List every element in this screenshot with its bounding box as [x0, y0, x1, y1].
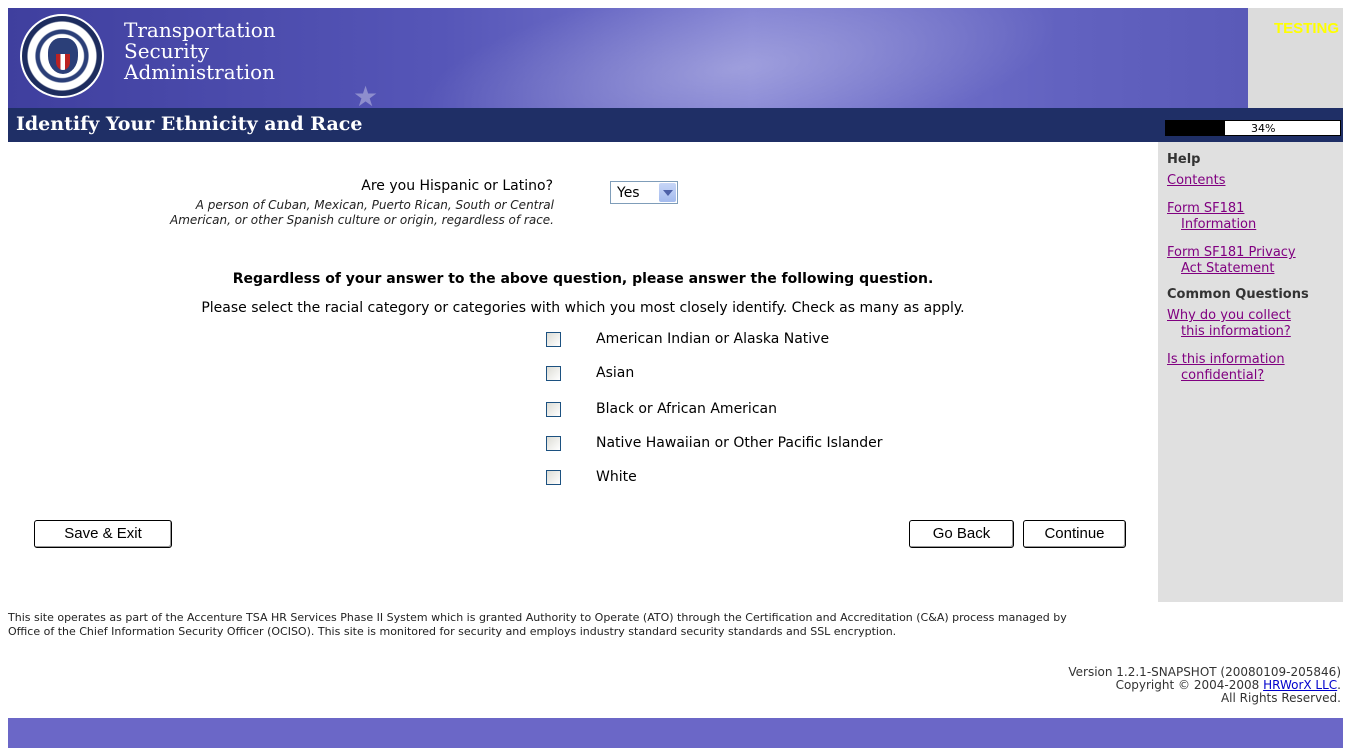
agency-name: Transportation Security Administration [124, 20, 276, 83]
title-bar: Identify Your Ethnicity and Race 34% [8, 108, 1343, 142]
banner-swoosh [377, 8, 1099, 108]
race-checkbox[interactable] [546, 470, 561, 485]
version-info: Version 1.2.1-SNAPSHOT (20080109-205846)… [1068, 666, 1341, 705]
agency-name-line: Administration [124, 60, 276, 84]
race-checkbox[interactable] [546, 332, 561, 347]
agency-name-line: Transportation [124, 18, 276, 42]
rights-text: All Rights Reserved. [1220, 691, 1341, 705]
go-back-button[interactable]: Go Back [909, 520, 1014, 548]
bottom-bar [8, 718, 1343, 748]
help-link-contents[interactable]: Contents [1167, 173, 1343, 189]
race-instruction: Please select the racial category or cat… [201, 300, 965, 316]
link-text: confidential? [1181, 368, 1265, 383]
chevron-down-icon[interactable] [659, 183, 676, 202]
help-heading: Help [1167, 152, 1201, 167]
link-text: this information? [1181, 324, 1291, 339]
copyright-prefix: Copyright © 2004-2008 [1115, 678, 1264, 692]
header-banner: ★ Transportation Security Administration [8, 8, 1248, 108]
progress-label: 34% [1251, 122, 1276, 135]
help-sidebar: Help Contents Form SF181 Information For… [1158, 142, 1343, 602]
hispanic-select-value: Yes [617, 185, 640, 201]
hispanic-question: Are you Hispanic or Latino? [361, 178, 553, 194]
hispanic-description-line: American, or other Spanish culture or or… [169, 213, 554, 227]
environment-label: TESTING [1273, 20, 1339, 37]
agency-name-line: Security [124, 39, 209, 63]
link-text: Is this information [1167, 352, 1285, 367]
race-checkbox[interactable] [546, 436, 561, 451]
hispanic-description-line: A person of Cuban, Mexican, Puerto Rican… [195, 198, 554, 212]
hispanic-select[interactable]: Yes [610, 181, 678, 204]
race-option-label: White [596, 469, 637, 485]
question-link-confidential[interactable]: Is this information confidential? [1167, 352, 1343, 384]
page-frame: ★ Transportation Security Administration… [8, 8, 1343, 748]
hrworx-link[interactable]: HRWorX LLC [1263, 678, 1337, 692]
race-option-label: Black or African American [596, 401, 777, 417]
race-heading: Regardless of your answer to the above q… [232, 271, 934, 287]
common-questions-heading: Common Questions [1167, 287, 1309, 302]
save-exit-button[interactable]: Save & Exit [34, 520, 172, 548]
race-checkbox[interactable] [546, 366, 561, 381]
security-notice-line: This site operates as part of the Accent… [8, 611, 1067, 624]
race-option-label: Native Hawaiian or Other Pacific Islande… [596, 435, 883, 451]
link-text: Form SF181 Privacy [1167, 245, 1296, 260]
security-notice-line: Office of the Chief Information Security… [8, 625, 897, 638]
link-text: Contents [1167, 173, 1226, 188]
race-checkbox[interactable] [546, 402, 561, 417]
dhs-seal-icon [20, 14, 104, 98]
security-notice: This site operates as part of the Accent… [8, 611, 1343, 639]
question-link-why-collect[interactable]: Why do you collect this information? [1167, 308, 1343, 340]
hispanic-description: A person of Cuban, Mexican, Puerto Rican… [34, 198, 554, 228]
help-link-sf181-privacy[interactable]: Form SF181 Privacy Act Statement [1167, 245, 1343, 277]
race-option-label: Asian [596, 365, 635, 381]
link-text: Information [1181, 217, 1257, 232]
environment-box: TESTING [1248, 8, 1343, 108]
continue-button[interactable]: Continue [1023, 520, 1126, 548]
page-title: Identify Your Ethnicity and Race [16, 113, 363, 135]
link-text: Why do you collect [1167, 308, 1291, 323]
progress-fill [1166, 121, 1226, 135]
copyright-suffix: . [1337, 678, 1341, 692]
star-icon: ★ [353, 80, 379, 108]
shield-icon [56, 54, 70, 70]
link-text: Act Statement [1181, 261, 1275, 276]
link-text: Form SF181 [1167, 201, 1245, 216]
progress-bar: 34% [1165, 120, 1341, 136]
race-option-label: American Indian or Alaska Native [596, 331, 830, 347]
help-link-sf181-information[interactable]: Form SF181 Information [1167, 201, 1343, 233]
